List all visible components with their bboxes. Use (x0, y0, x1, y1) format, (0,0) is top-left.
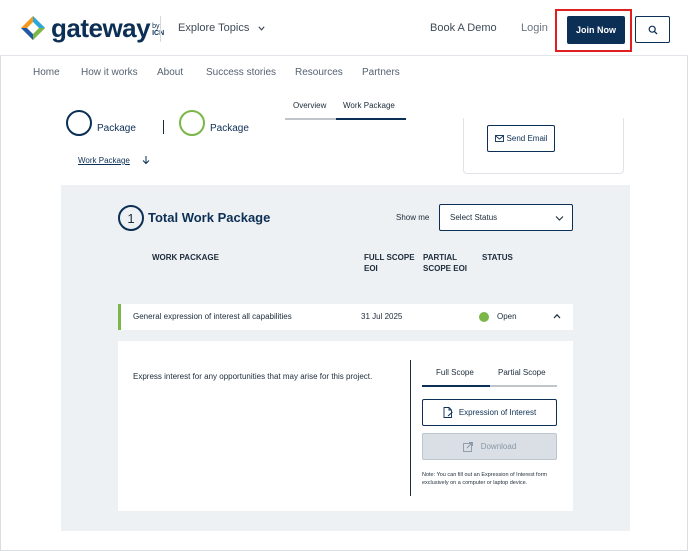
package-count-circle-green (179, 110, 205, 136)
header-divider (160, 16, 161, 42)
logo-wordmark: gateway (51, 13, 151, 43)
full-scope-eoi-date: 31 Jul 2025 (361, 312, 403, 321)
explore-topics-label: Explore Topics (178, 22, 250, 34)
document-edit-icon (443, 407, 453, 418)
arrow-down-icon (142, 156, 150, 165)
contact-card: Send Email (463, 118, 624, 174)
device-note: Note: You can fill out an Expression of … (422, 472, 548, 486)
status-dot-icon (479, 312, 489, 322)
package-count-circle (66, 110, 92, 136)
search-icon (648, 25, 657, 34)
send-email-button[interactable]: Send Email (487, 125, 555, 152)
gateway-logo[interactable]: gateway by ICN (20, 15, 164, 41)
chevron-down-icon (258, 25, 265, 31)
tab-partial-scope[interactable]: Partial Scope (498, 368, 546, 377)
column-header-full-scope-line2: EOI (364, 264, 378, 273)
nav-item-home[interactable]: Home (33, 67, 60, 78)
total-work-package-title: Total Work Package (148, 210, 271, 225)
tab-overview[interactable]: Overview (293, 101, 326, 110)
work-package-detail: Express interest for any opportunities t… (118, 341, 573, 511)
detail-divider (410, 360, 411, 496)
chevron-down-icon (555, 216, 564, 221)
logo-by-icn: by ICN (152, 23, 164, 37)
expression-of-interest-label: Expression of Interest (458, 408, 537, 417)
explore-topics-dropdown[interactable]: Explore Topics (178, 22, 266, 34)
logo-by-text: by (152, 23, 160, 30)
package-label-second: Package (210, 123, 249, 134)
nav-item-resources[interactable]: Resources (295, 67, 343, 78)
status-select[interactable]: Select Status (439, 204, 573, 231)
column-header-full-scope: FULL SCOPE EOI (364, 252, 415, 274)
book-demo-link[interactable]: Book A Demo (430, 22, 497, 34)
status-select-value: Select Status (450, 213, 498, 222)
column-header-partial-scope-line2: SCOPE EOI (423, 264, 468, 273)
column-header-partial-scope: PARTIAL SCOPE EOI (423, 252, 467, 274)
tab-full-scope[interactable]: Full Scope (436, 368, 474, 377)
login-link[interactable]: Login (521, 22, 548, 34)
send-email-label: Send Email (506, 134, 548, 143)
work-package-panel: 1 Total Work Package Show me Select Stat… (61, 185, 630, 531)
tab-full-scope-underline (422, 385, 490, 387)
download-label: Download (480, 442, 517, 451)
column-header-work-package: WORK PACKAGE (152, 253, 219, 262)
expression-of-interest-button[interactable]: Expression of Interest (422, 399, 557, 426)
logo-diamond-icon (20, 15, 46, 41)
logo-org-text: ICN (152, 30, 165, 37)
tab-work-package[interactable]: Work Package (343, 101, 395, 110)
package-label: Package (97, 123, 136, 134)
status-text: Open (497, 312, 517, 321)
nav-item-success-stories[interactable]: Success stories (206, 67, 276, 78)
column-header-status: STATUS (482, 253, 513, 262)
total-count-circle: 1 (118, 205, 144, 231)
column-header-partial-scope-line1: PARTIAL (423, 253, 458, 262)
show-me-label: Show me (396, 213, 430, 222)
nav-item-about[interactable]: About (157, 67, 183, 78)
chevron-up-icon[interactable] (553, 313, 561, 319)
work-package-name: General expression of interest all capab… (133, 312, 292, 321)
main-nav: Home How it works About Success stories … (0, 56, 688, 88)
join-now-button[interactable]: Join Now (567, 16, 625, 44)
search-button[interactable] (635, 16, 670, 43)
page-tabs: Overview Work Package (285, 98, 406, 122)
nav-item-partners[interactable]: Partners (362, 67, 400, 78)
download-button[interactable]: Download (422, 433, 557, 460)
external-link-icon (462, 441, 473, 452)
mail-icon (494, 135, 504, 142)
tab-overview-underline (285, 118, 336, 120)
column-header-full-scope-line1: FULL SCOPE (364, 253, 415, 262)
site-header: gateway by ICN Explore Topics Book A Dem… (0, 0, 688, 56)
table-row[interactable]: General expression of interest all capab… (118, 304, 573, 330)
work-package-link[interactable]: Work Package (78, 156, 130, 165)
tab-partial-scope-underline (490, 385, 557, 387)
tab-work-package-underline (336, 118, 406, 120)
work-package-description: Express interest for any opportunities t… (133, 372, 373, 381)
nav-item-how-it-works[interactable]: How it works (81, 67, 138, 78)
package-divider (163, 120, 164, 134)
